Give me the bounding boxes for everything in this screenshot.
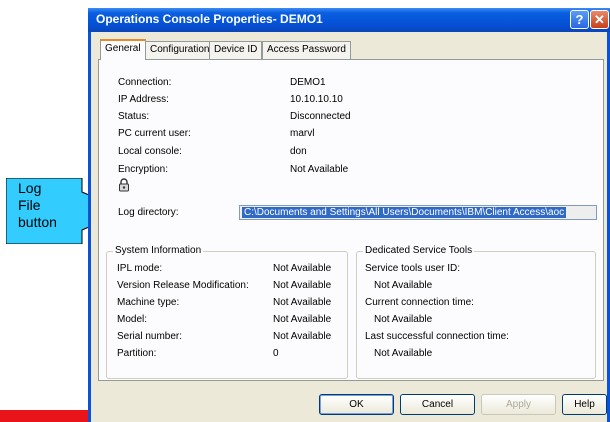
lock-icon — [119, 178, 129, 192]
callout-text: Log File button — [18, 180, 78, 231]
last-connection-time-value: Not Available — [374, 348, 433, 359]
red-accent-bar — [0, 410, 88, 422]
current-connection-time-label: Current connection time: — [365, 297, 474, 308]
dst-title: Dedicated Service Tools — [363, 245, 475, 256]
tab-general[interactable]: General — [100, 39, 146, 60]
apply-button[interactable]: Apply — [481, 394, 556, 415]
pc-user-label: PC current user: — [118, 128, 191, 139]
model-label: Model: — [117, 314, 148, 325]
serial-number-value: Not Available — [273, 331, 332, 342]
tab-configuration[interactable]: Configuration — [145, 41, 215, 59]
local-console-value: don — [290, 146, 307, 157]
status-label: Status: — [118, 111, 150, 122]
ok-button[interactable]: OK — [319, 394, 394, 415]
tab-device-id[interactable]: Device ID — [209, 41, 263, 59]
machine-type-label: Machine type: — [117, 297, 180, 308]
ipl-mode-label: IPL mode: — [117, 263, 163, 274]
connection-value: DEMO1 — [290, 77, 326, 88]
tab-access-password[interactable]: Access Password — [262, 41, 351, 59]
window-title: Operations Console Properties- DEMO1 — [96, 12, 323, 26]
service-user-id-value: Not Available — [374, 280, 433, 291]
help-button[interactable]: Help — [562, 394, 607, 415]
pc-user-value: marvl — [290, 128, 315, 139]
partition-value: 0 — [273, 348, 279, 359]
ip-address-label: IP Address: — [118, 94, 169, 105]
last-connection-time-label: Last successful connection time: — [365, 331, 509, 342]
callout-line-3: button — [18, 214, 57, 230]
model-value: Not Available — [273, 314, 332, 325]
connection-label: Connection: — [118, 77, 172, 88]
machine-type-value: Not Available — [273, 297, 332, 308]
callout-line-1: Log — [18, 180, 42, 196]
callout-line-2: File — [18, 197, 41, 213]
encryption-label: Encryption: — [118, 164, 169, 175]
log-directory-label: Log directory: — [118, 207, 179, 218]
dedicated-service-tools-group: Dedicated Service Tools Service tools us… — [356, 245, 596, 379]
local-console-label: Local console: — [118, 146, 182, 157]
vrm-value: Not Available — [273, 280, 332, 291]
help-title-button[interactable]: ? — [570, 10, 589, 29]
current-connection-time-value: Not Available — [374, 314, 433, 325]
properties-dialog: Operations Console Properties- DEMO1 ? ✕… — [88, 8, 610, 422]
log-directory-field[interactable]: C:\Documents and Settings\All Users\Docu… — [239, 205, 597, 220]
ip-address-value: 10.10.10.10 — [290, 94, 343, 105]
cancel-button[interactable]: Cancel — [400, 394, 475, 415]
ipl-mode-value: Not Available — [273, 263, 332, 274]
vrm-label: Version Release Modification: — [117, 280, 249, 291]
serial-number-label: Serial number: — [117, 331, 183, 342]
system-information-group: System Information IPL mode: Not Availab… — [106, 245, 348, 379]
service-user-id-label: Service tools user ID: — [365, 263, 461, 274]
log-directory-path: C:\Documents and Settings\All Users\Docu… — [242, 207, 567, 218]
status-value: Disconnected — [290, 111, 351, 122]
encryption-value: Not Available — [290, 164, 349, 175]
partition-label: Partition: — [117, 348, 157, 359]
system-information-title: System Information — [113, 245, 204, 256]
title-bar[interactable]: Operations Console Properties- DEMO1 ? ✕ — [88, 8, 610, 32]
close-title-button[interactable]: ✕ — [590, 10, 609, 29]
